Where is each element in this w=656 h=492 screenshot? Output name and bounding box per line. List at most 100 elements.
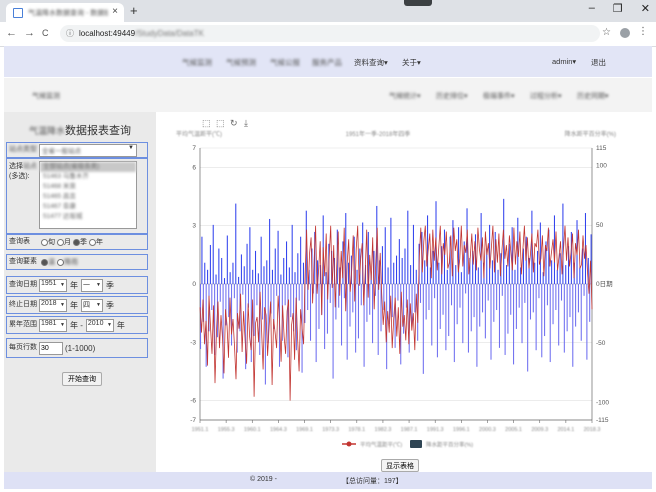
radio-temp[interactable] bbox=[41, 258, 48, 266]
precip-bar bbox=[396, 255, 398, 284]
precip-bar bbox=[491, 260, 493, 284]
precip-bar bbox=[544, 284, 546, 337]
precip-bar bbox=[535, 284, 537, 351]
station-type-select[interactable]: 全省一般站点 ▼ bbox=[39, 143, 137, 157]
subnav-item-4[interactable]: 过程分析▾ bbox=[530, 91, 562, 101]
x-tick-label: 1991.3 bbox=[427, 427, 444, 433]
browser-toolbar: ← → C ⓘ localhost:49449/StudyData/DataTK… bbox=[0, 22, 656, 47]
start-year-value: 1951 bbox=[41, 279, 57, 287]
chevron-down-icon: ▼ bbox=[106, 321, 112, 328]
x-tick-label: 1955.3 bbox=[218, 427, 235, 433]
toolbox-icon-2[interactable]: ↻ bbox=[230, 118, 238, 128]
subnav-item-1[interactable]: 气候统计▾ bbox=[389, 91, 421, 101]
radio-month-label: 月 bbox=[64, 239, 71, 246]
profile-avatar-icon[interactable] bbox=[620, 28, 630, 38]
precip-bar bbox=[551, 260, 553, 284]
address-bar[interactable]: ⓘ localhost:49449/StudyData/DataTK bbox=[60, 25, 600, 42]
back-icon[interactable]: ← bbox=[6, 27, 17, 39]
chevron-down-icon: ▼ bbox=[128, 144, 134, 151]
subnav-item-3[interactable]: 极端事件▾ bbox=[483, 91, 515, 101]
show-table-button[interactable]: 显示表格 bbox=[381, 459, 419, 472]
rows-per-page-label: 每页行数 bbox=[9, 344, 37, 351]
precip-bar bbox=[271, 269, 273, 284]
browser-tab[interactable]: 气温降水数据查询 - 数据统计 × bbox=[6, 3, 124, 22]
user-menu[interactable]: admin▾ bbox=[552, 57, 576, 66]
precip-bar bbox=[450, 284, 453, 306]
bookmark-star-icon[interactable]: ☆ bbox=[602, 27, 611, 38]
nav-item-data-query[interactable]: 资料查询▾ bbox=[354, 57, 388, 68]
maximize-icon[interactable]: ❐ bbox=[613, 2, 623, 15]
precip-bar bbox=[360, 284, 362, 306]
list-item[interactable]: 51477 达坂城 bbox=[40, 212, 136, 222]
browser-menu-icon[interactable]: ⋮ bbox=[638, 26, 648, 37]
reload-icon[interactable]: C bbox=[42, 28, 49, 38]
list-item[interactable]: 51467 阜康 bbox=[40, 202, 136, 212]
end-year-select[interactable]: 2018 ▼ bbox=[39, 298, 67, 312]
radio-year[interactable] bbox=[89, 238, 96, 246]
precip-bar bbox=[532, 284, 534, 313]
precip-bar bbox=[215, 274, 217, 284]
chevron-down-icon: ▼ bbox=[60, 321, 65, 328]
toolbox-icon-3[interactable]: ⤓ bbox=[244, 118, 248, 128]
y-tick-label: 6 bbox=[192, 164, 196, 171]
nav-item-4[interactable]: 服务产品 bbox=[312, 57, 342, 68]
list-item[interactable]: 51465 昌吉 bbox=[40, 192, 136, 202]
rows-per-page-input[interactable] bbox=[39, 341, 63, 355]
precip-bar bbox=[424, 260, 426, 284]
station-listbox[interactable]: 全部站点(省级各类) 51463 乌鲁木齐 51468 米泉 51465 昌吉 … bbox=[39, 161, 137, 229]
chevron-down-icon: ▼ bbox=[96, 301, 101, 308]
nav-item-2[interactable]: 气候预测 bbox=[226, 57, 256, 68]
list-item[interactable]: 51468 米泉 bbox=[40, 182, 136, 192]
precip-bar bbox=[510, 284, 512, 315]
nav-item-1[interactable]: 气候监测 bbox=[182, 57, 212, 68]
start-year-select[interactable]: 1951 ▼ bbox=[39, 278, 67, 292]
list-item[interactable]: 全部站点(省级各类) bbox=[40, 162, 136, 172]
list-item[interactable]: 51463 乌鲁木齐 bbox=[40, 172, 136, 182]
range-separator: 年 - bbox=[70, 320, 83, 330]
toolbox-icon-0[interactable]: ⬚ bbox=[202, 118, 211, 128]
precip-bar bbox=[504, 284, 506, 355]
nav-item-3[interactable]: 气候公报 bbox=[270, 57, 300, 68]
precip-bar bbox=[577, 284, 579, 313]
x-tick-label: 1996.1 bbox=[453, 427, 470, 433]
radio-season[interactable] bbox=[73, 238, 80, 246]
subnav-item-2[interactable]: 历史排位▾ bbox=[436, 91, 468, 101]
precip-bar bbox=[515, 284, 517, 329]
subnav-item-5[interactable]: 历史同期▾ bbox=[577, 91, 609, 101]
climate-end-select[interactable]: 2010 ▼ bbox=[85, 318, 114, 332]
x-tick-label: 1987.1 bbox=[401, 427, 418, 433]
climate-start-select[interactable]: 1981 ▼ bbox=[39, 318, 67, 332]
query-date-label: 查询日期 bbox=[9, 281, 37, 288]
precip-bar bbox=[482, 284, 484, 313]
minimize-icon[interactable]: – bbox=[589, 2, 595, 15]
rows-per-page-row: 每页行数 (1-1000) bbox=[6, 338, 148, 358]
window-close-icon[interactable]: ✕ bbox=[641, 2, 650, 15]
precip-bar bbox=[518, 284, 520, 308]
toolbox-icon-1[interactable]: ⬚ bbox=[216, 118, 225, 128]
end-season-select[interactable]: 四 ▼ bbox=[81, 298, 103, 312]
forward-icon[interactable]: → bbox=[24, 27, 35, 39]
radio-precip[interactable] bbox=[57, 258, 64, 266]
radio-precip-label: 降雨 bbox=[64, 259, 78, 266]
start-query-button[interactable]: 开始查询 bbox=[62, 372, 102, 386]
tab-close-icon[interactable]: × bbox=[112, 6, 118, 17]
precip-bar bbox=[287, 284, 289, 358]
logout-link[interactable]: 退出 bbox=[591, 57, 606, 68]
radio-month[interactable] bbox=[57, 238, 64, 246]
station-label-b: 站点 bbox=[23, 163, 37, 170]
precip-bar bbox=[549, 284, 551, 363]
nav-item-about[interactable]: 关于▾ bbox=[402, 57, 421, 68]
new-tab-icon[interactable]: + bbox=[130, 3, 138, 18]
precip-bar bbox=[277, 230, 279, 284]
start-season-select[interactable]: 一 ▼ bbox=[81, 278, 103, 292]
radio-xun[interactable] bbox=[41, 238, 48, 246]
precip-bar bbox=[487, 284, 489, 301]
end-year-value: 2018 bbox=[41, 299, 57, 307]
site-info-icon[interactable]: ⓘ bbox=[66, 28, 74, 39]
station-label-c: (多选): bbox=[9, 173, 30, 180]
precip-bar bbox=[243, 266, 245, 284]
precip-bar bbox=[352, 284, 354, 313]
precip-bar bbox=[569, 284, 571, 318]
precip-bar bbox=[458, 227, 460, 284]
precip-bar bbox=[252, 269, 254, 284]
